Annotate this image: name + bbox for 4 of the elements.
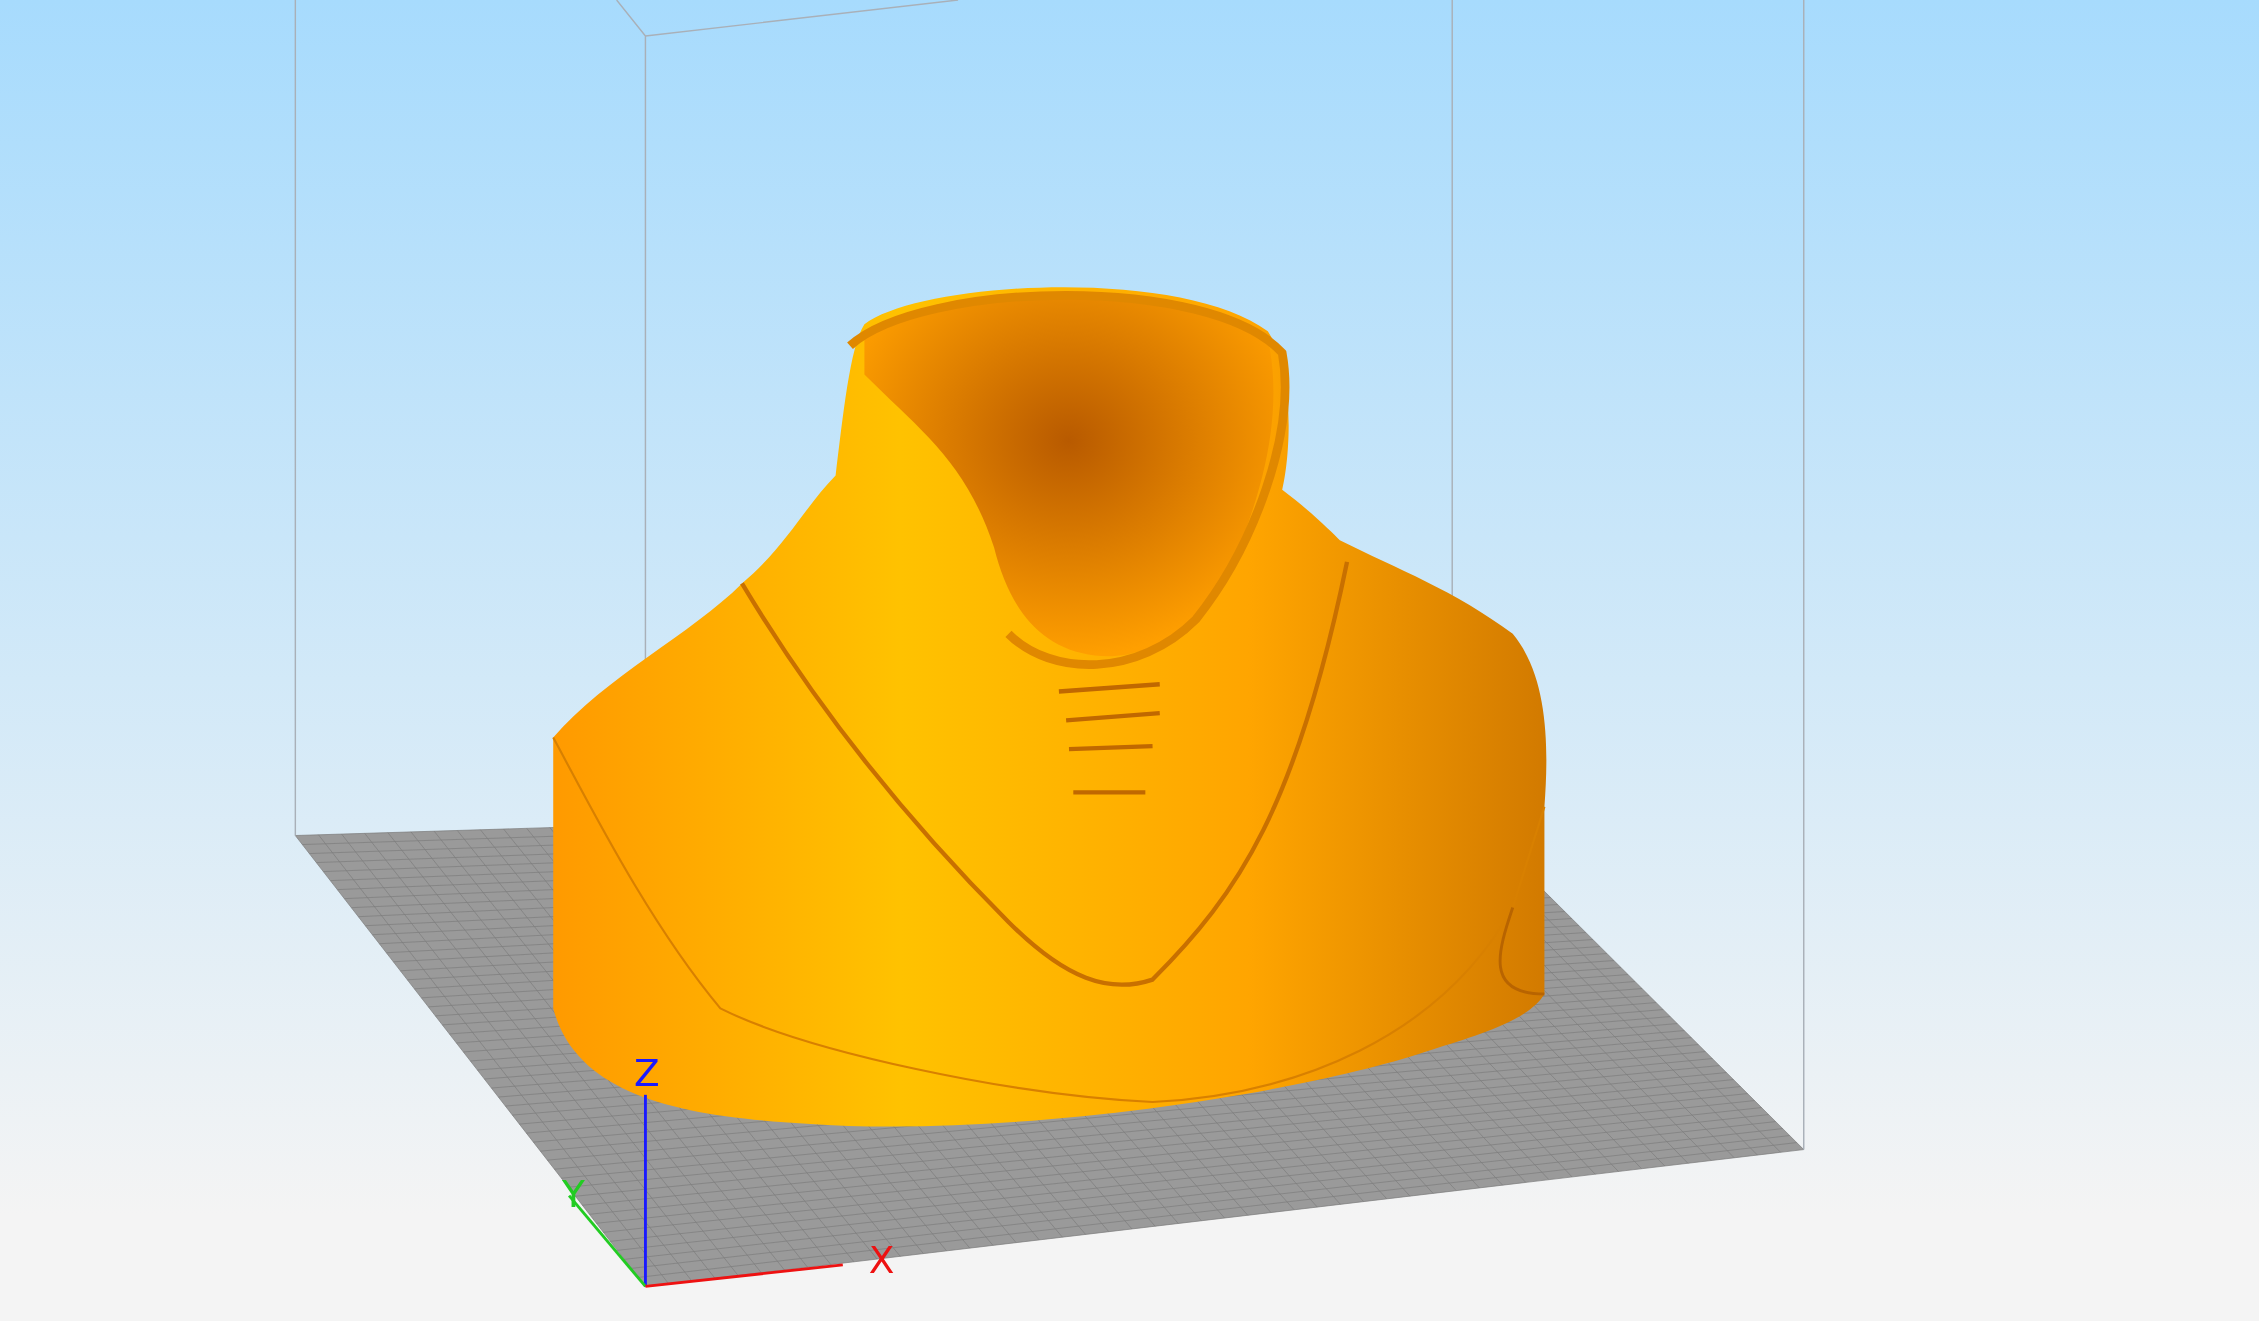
axis-label: X — [868, 1238, 895, 1283]
axis-label: Z — [634, 1051, 660, 1096]
3d-viewport[interactable]: Z Y X — [0, 0, 2259, 1321]
axis-label: Y — [561, 1172, 585, 1217]
